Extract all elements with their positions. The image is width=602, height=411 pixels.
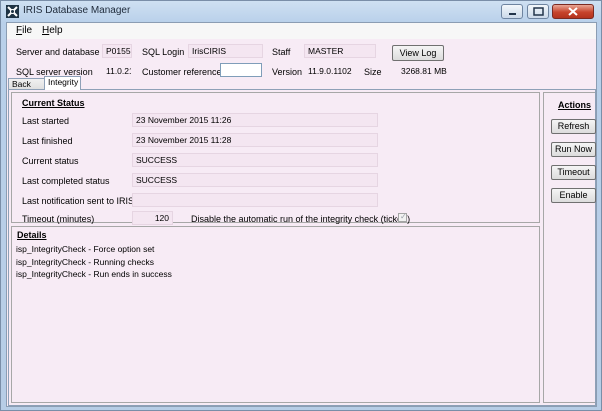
- menu-help-label: elp: [49, 25, 63, 36]
- title-bar[interactable]: IRIS Database Manager: [1, 1, 601, 23]
- actions-group: Actions Refresh Run Now Timeout Enable: [543, 92, 596, 403]
- details-line: isp_IntegrityCheck - Force option set: [16, 244, 155, 254]
- run-now-button[interactable]: Run Now: [551, 142, 596, 157]
- integrity-tab-panel: Current Status Last started 23 November …: [8, 89, 596, 406]
- details-group: Details isp_IntegrityCheck - Force optio…: [11, 226, 540, 403]
- last-finished-value: 23 November 2015 11:28: [132, 133, 378, 147]
- tab-integrity[interactable]: Integrity: [44, 76, 81, 90]
- server-database-label: Server and database: [16, 47, 100, 57]
- minimize-button[interactable]: [501, 4, 523, 19]
- minimize-icon: [509, 13, 516, 15]
- menu-file-label: ile: [22, 25, 33, 36]
- sql-version-value: 11.0.210: [106, 66, 131, 76]
- last-notification-label: Last notification sent to IRIS: [22, 196, 135, 206]
- current-status-value: SUCCESS: [132, 153, 378, 167]
- current-status-title: Current Status: [22, 98, 85, 108]
- timeout-value: 120: [132, 211, 173, 225]
- refresh-button[interactable]: Refresh: [551, 119, 596, 134]
- last-notification-value: [132, 193, 378, 207]
- customer-reference-label: Customer reference: [142, 67, 222, 77]
- size-value: 3268.81 MB: [401, 66, 447, 76]
- menu-help[interactable]: Help: [42, 25, 63, 36]
- checkmark-icon: ✓: [400, 212, 407, 221]
- menu-bar: File Help: [7, 23, 596, 39]
- last-finished-label: Last finished: [22, 136, 73, 146]
- server-database-value: P01551: [102, 44, 132, 58]
- sql-login-label: SQL Login: [142, 47, 185, 57]
- last-completed-status-label: Last completed status: [22, 176, 110, 186]
- details-line: isp_IntegrityCheck - Run ends in success: [16, 269, 172, 279]
- size-label: Size: [364, 67, 382, 77]
- current-status-group: Current Status Last started 23 November …: [11, 92, 540, 225]
- last-completed-status-value: SUCCESS: [132, 173, 378, 187]
- close-icon: [568, 7, 578, 16]
- staff-value: MASTER: [304, 44, 376, 58]
- enable-button[interactable]: Enable: [551, 188, 596, 203]
- timeout-button[interactable]: Timeout: [551, 165, 596, 180]
- last-started-label: Last started: [22, 116, 70, 126]
- last-started-value: 23 November 2015 11:26: [132, 113, 378, 127]
- details-log: isp_IntegrityCheck - Force option set is…: [13, 243, 172, 281]
- app-logo-icon: [6, 5, 19, 18]
- maximize-icon: [533, 7, 544, 16]
- disable-automatic-run-label: Disable the automatic run of the integri…: [191, 214, 411, 224]
- sql-login-value: IrisCIRIS: [188, 44, 263, 58]
- details-title: Details: [17, 230, 47, 240]
- disable-automatic-run-checkbox[interactable]: ✓: [398, 212, 407, 222]
- close-button[interactable]: [552, 4, 594, 19]
- customer-reference-input[interactable]: [220, 63, 262, 77]
- actions-title: Actions: [558, 100, 592, 110]
- menu-file[interactable]: File: [16, 25, 32, 36]
- view-log-button[interactable]: View Log: [392, 45, 444, 61]
- app-window: IRIS Database Manager File Help Server a…: [0, 0, 602, 411]
- staff-label: Staff: [272, 47, 291, 57]
- main-client-area: File Help Server and database P01551 SQL…: [6, 22, 597, 407]
- current-status-label: Current status: [22, 156, 79, 166]
- version-value: 11.9.0.1102: [308, 66, 352, 76]
- maximize-button[interactable]: [527, 4, 549, 19]
- timeout-label: Timeout (minutes): [22, 214, 95, 224]
- details-line: isp_IntegrityCheck - Running checks: [16, 256, 154, 267]
- window-title: IRIS Database Manager: [23, 5, 131, 16]
- version-label: Version: [272, 67, 303, 77]
